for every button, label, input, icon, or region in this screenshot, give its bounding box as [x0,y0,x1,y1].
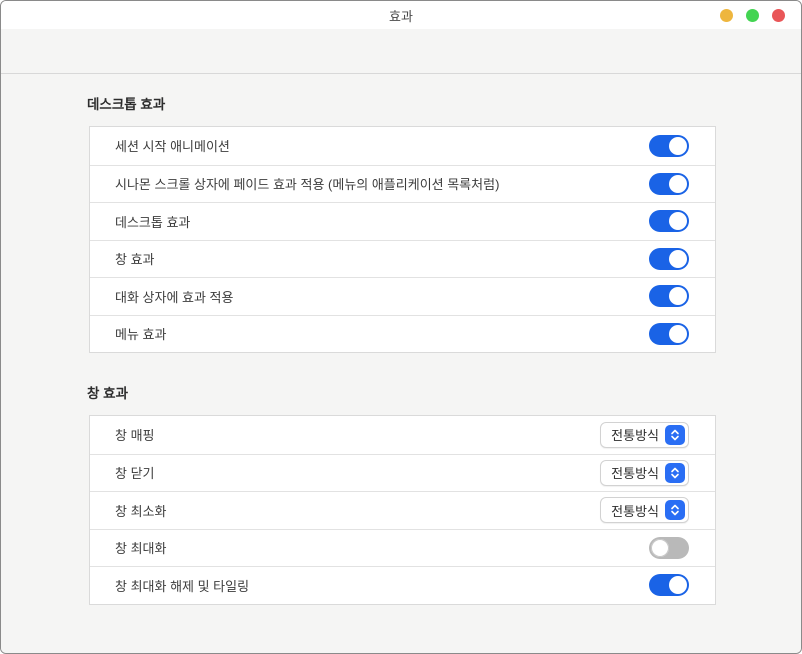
effects-settings-window: 효과 데스크톱 효과 세션 시작 애니메이션 시나몬 스크롤 상자에 페이드 효… [0,0,802,654]
row-label: 대화 상자에 효과 적용 [115,289,234,305]
select-stepper-icon [665,500,685,521]
row-label: 세션 시작 애니메이션 [115,139,230,155]
row-label: 창 효과 [115,252,155,268]
toggle-knob [669,324,687,343]
window-minimize-select[interactable]: 전통방식 [600,497,689,524]
titlebar: 효과 [1,1,801,29]
row-window-close: 창 닫기 전통방식 [90,453,715,492]
section-heading-desktop-effects: 데스크톱 효과 [87,97,166,112]
row-label: 창 최소화 [115,503,167,519]
window-maximize-toggle[interactable] [649,536,689,559]
toggle-knob [669,576,687,595]
row-menu-effects: 메뉴 효과 [90,314,715,353]
window-effects-toggle[interactable] [649,247,689,270]
settings-content: 데스크톱 효과 세션 시작 애니메이션 시나몬 스크롤 상자에 페이드 효과 적… [1,74,801,653]
toggle-knob [669,212,687,231]
row-label: 창 최대화 해제 및 타일링 [115,578,250,594]
maximize-button[interactable] [746,8,759,22]
select-value: 전통방식 [611,466,659,482]
row-label: 창 매핑 [115,428,155,444]
toggle-knob [669,174,687,193]
row-label: 창 최대화 [115,541,167,557]
row-label: 메뉴 효과 [115,327,167,343]
minimize-button[interactable] [720,8,733,22]
window-effects-box: 창 매핑 전통방식 창 닫기 전통방식 창 최소화 전통방식 창 최대화 창 최… [89,415,716,605]
select-value: 전통방식 [611,503,659,519]
row-window-minimize: 창 최소화 전통방식 [90,491,715,529]
row-window-maximize: 창 최대화 [90,528,715,567]
dialog-effects-toggle[interactable] [649,285,689,308]
window-title: 효과 [389,8,413,24]
toggle-knob [669,249,687,268]
section-heading-window-effects: 창 효과 [87,386,129,401]
row-label: 창 닫기 [115,466,155,482]
row-window-unmaximize-tiling: 창 최대화 해제 및 타일링 [90,566,715,604]
startup-animation-toggle[interactable] [649,134,689,157]
select-value: 전통방식 [611,428,659,444]
toolbar-strip [1,29,801,74]
window-close-select[interactable]: 전통방식 [600,459,689,486]
desktop-effects-box: 세션 시작 애니메이션 시나몬 스크롤 상자에 페이드 효과 적용 (메뉴의 애… [89,126,716,353]
row-scrollbox-fade: 시나몬 스크롤 상자에 페이드 효과 적용 (메뉴의 애플리케이션 목록처럼) [90,164,715,203]
window-controls [720,1,785,29]
select-stepper-icon [665,462,685,483]
window-mapping-select[interactable]: 전통방식 [600,421,689,448]
close-button[interactable] [772,8,785,22]
toggle-knob [651,538,669,557]
row-dialog-effects: 대화 상자에 효과 적용 [90,277,715,315]
row-desktop-effects: 데스크톱 효과 [90,202,715,240]
row-window-effects: 창 효과 [90,239,715,278]
menu-effects-toggle[interactable] [649,322,689,345]
row-label: 시나몬 스크롤 상자에 페이드 효과 적용 (메뉴의 애플리케이션 목록처럼) [115,177,500,193]
toggle-knob [669,136,687,155]
row-label: 데스크톱 효과 [115,214,191,230]
select-stepper-icon [665,424,685,445]
window-unmaximize-tiling-toggle[interactable] [649,574,689,597]
scrollbox-fade-toggle[interactable] [649,172,689,195]
toggle-knob [669,287,687,306]
row-startup-animation: 세션 시작 애니메이션 [90,127,715,165]
row-window-mapping: 창 매핑 전통방식 [90,416,715,454]
desktop-effects-toggle[interactable] [649,210,689,233]
